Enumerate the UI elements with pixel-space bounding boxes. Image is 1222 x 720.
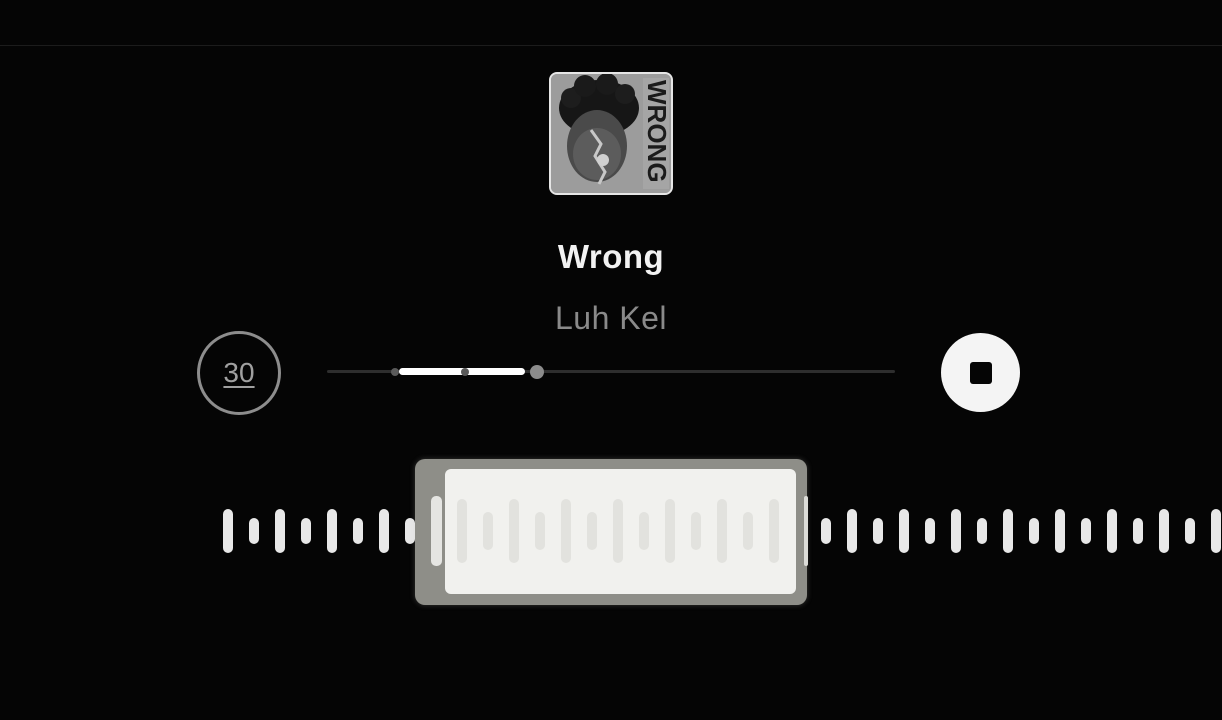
waveform-bar [301, 518, 311, 544]
playback-scrubber[interactable] [327, 365, 895, 379]
selection-left-handle[interactable] [431, 496, 442, 566]
clip-duration-button[interactable]: 30 [197, 331, 281, 415]
waveform-bar [847, 509, 857, 553]
waveform-bar [1081, 518, 1091, 544]
waveform-bar [587, 512, 597, 550]
waveform-bar [639, 512, 649, 550]
waveform-bar [223, 509, 233, 553]
waveform-bar [899, 509, 909, 553]
waveform-bar [509, 499, 519, 563]
song-clip-screen: WRONG Wrong Luh Kel 30 [0, 0, 1222, 720]
waveform-bar [483, 512, 493, 550]
waveform-bar [977, 518, 987, 544]
waveform-bar [457, 499, 467, 563]
waveform-bar [379, 509, 389, 553]
clip-selection-window[interactable] [445, 469, 796, 594]
waveform-bar [769, 499, 779, 563]
waveform-bar [665, 499, 675, 563]
waveform-bar [925, 518, 935, 544]
selection-right-handle[interactable] [804, 496, 808, 566]
waveform-bar [1133, 518, 1143, 544]
clip-duration-label: 30 [223, 357, 255, 388]
stop-button[interactable] [941, 333, 1020, 412]
waveform-bar [1003, 509, 1013, 553]
waveform-bar [743, 512, 753, 550]
waveform-bar [1159, 509, 1169, 553]
waveform-bar [821, 518, 831, 544]
album-art: WRONG [549, 72, 673, 195]
waveform-bar [1107, 509, 1117, 553]
waveform-bar [717, 499, 727, 563]
waveform-bar [613, 499, 623, 563]
waveform-bar [249, 518, 259, 544]
waveform-bar [873, 518, 883, 544]
waveform-bar [1211, 509, 1221, 553]
cover-title-text: WRONG [642, 80, 671, 183]
waveform-bar [1029, 518, 1039, 544]
album-cover-image: WRONG [551, 74, 671, 193]
waveform-bar [561, 499, 571, 563]
waveform-bar [275, 509, 285, 553]
waveform-bar [535, 512, 545, 550]
waveform-bar [691, 512, 701, 550]
waveform-bar [327, 509, 337, 553]
waveform-bar [1055, 509, 1065, 553]
song-artist: Luh Kel [554, 300, 668, 336]
stop-icon [969, 361, 992, 384]
waveform-bar [405, 518, 415, 544]
waveform-bar [951, 509, 961, 553]
waveform-bar [1185, 518, 1195, 544]
scrubber-start-marker [391, 368, 400, 376]
scrubber-handle[interactable] [530, 365, 545, 379]
waveform-bar [353, 518, 363, 544]
top-divider [0, 45, 1222, 46]
song-title: Wrong [557, 238, 665, 275]
